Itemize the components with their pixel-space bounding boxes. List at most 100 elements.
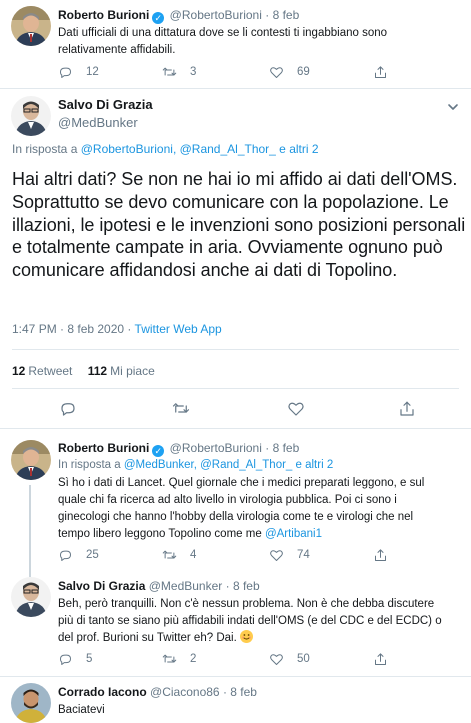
tweet-date[interactable]: 8 feb — [273, 8, 300, 22]
retweet-stat[interactable]: 12 Retweet — [12, 364, 72, 378]
reply-count: 12 — [86, 66, 99, 78]
avatar-roberto-burioni[interactable] — [11, 440, 51, 480]
like-button[interactable] — [287, 400, 305, 418]
avatar-corrado-iacono[interactable] — [11, 683, 51, 723]
retweet-button[interactable]: 2 — [162, 651, 196, 667]
heart-icon — [270, 66, 283, 78]
share-button[interactable] — [398, 400, 416, 418]
share-button[interactable] — [373, 64, 388, 80]
reply-prefix: In risposta a — [58, 459, 121, 471]
author-name[interactable]: Corrado Iacono — [58, 685, 147, 699]
reply-prefix: In risposta a — [12, 142, 78, 156]
share-icon — [400, 401, 414, 416]
retweet-button[interactable] — [172, 400, 190, 418]
tweet-date[interactable]: 8 feb — [273, 441, 300, 455]
heart-icon — [270, 653, 283, 665]
divider — [12, 349, 459, 350]
tweet-date[interactable]: 8 feb — [233, 579, 260, 593]
author-handle[interactable]: @MedBunker — [58, 115, 138, 130]
reply-icon — [60, 550, 71, 561]
reply-mentions-link[interactable]: @RobertoBurioni, @Rand_Al_Thor_ e altri … — [81, 142, 319, 156]
tweet-text-segment: tempo libero leggono Topolino come me — [58, 528, 262, 540]
tweet-text: Baciatevi — [58, 704, 105, 716]
tweet-actions: 5 2 50 — [58, 651, 458, 667]
tweet-text-line: Sì ho i dati di Lancet. Quel giornale ch… — [58, 477, 425, 489]
tweet-iacono[interactable]: Corrado Iacono @Ciacono86 · 8 feb Baciat… — [0, 677, 471, 723]
like-button[interactable]: 69 — [269, 64, 310, 80]
tweet-actions: 12 3 69 — [58, 64, 458, 80]
tweet-text: Beh, però tranquilli. Non c'è nessun pro… — [58, 596, 468, 647]
avatar-roberto-burioni[interactable] — [11, 6, 51, 46]
author-name[interactable]: Roberto Burioni — [58, 441, 149, 455]
reply-context: In risposta a @RobertoBurioni, @Rand_Al_… — [12, 142, 319, 156]
heart-icon — [288, 402, 304, 416]
reply-button[interactable]: 12 — [58, 64, 99, 80]
like-button[interactable]: 50 — [269, 651, 310, 667]
like-button[interactable]: 74 — [269, 547, 310, 563]
author-handle[interactable]: @MedBunker — [149, 579, 223, 593]
reply-mentions-link[interactable]: @MedBunker, @Rand_Al_Thor_ e altri 2 — [124, 459, 333, 471]
retweet-icon — [162, 67, 177, 75]
author-handle[interactable]: @RobertoBurioni — [170, 441, 262, 455]
reply-context: In risposta a @MedBunker, @Rand_Al_Thor_… — [58, 458, 333, 472]
share-button[interactable] — [373, 651, 388, 667]
tweet-text-line: del prof. Burioni su Twitter eh? Dai. — [58, 630, 468, 647]
tweet-burioni-2[interactable]: Roberto Burioni ✓ @RobertoBurioni · 8 feb… — [0, 429, 471, 577]
like-stat[interactable]: 112 Mi piace — [88, 364, 155, 378]
chevron-down-icon[interactable] — [446, 100, 460, 114]
retweet-count: 3 — [190, 66, 197, 78]
main-tweet-actions — [0, 400, 471, 420]
separator-dot: · — [225, 579, 230, 593]
tweet-source-link[interactable]: Twitter Web App — [135, 322, 222, 336]
avatar-salvo-di-grazia[interactable] — [11, 96, 51, 136]
tweet-burioni-1[interactable]: Roberto Burioni ✓ @RobertoBurioni · 8 feb… — [0, 0, 471, 88]
reply-button[interactable] — [59, 400, 77, 418]
separator-dot: · — [222, 685, 227, 699]
reply-button[interactable]: 5 — [58, 651, 92, 667]
author-name[interactable]: Roberto Burioni — [58, 8, 149, 22]
thread-connector — [29, 485, 31, 577]
retweet-icon — [162, 550, 177, 558]
like-count: 50 — [297, 653, 310, 665]
verified-badge-icon: ✓ — [152, 12, 165, 24]
reply-button[interactable]: 25 — [58, 547, 99, 563]
retweet-count: 2 — [190, 653, 197, 665]
mention-link[interactable]: @Artibani1 — [265, 528, 322, 540]
avatar-salvo-di-grazia[interactable] — [11, 577, 51, 617]
share-button[interactable] — [373, 547, 388, 563]
like-stat-count: 112 — [87, 364, 108, 378]
main-tweet-text: Hai altri dati? Se non ne hai io mi affi… — [12, 169, 466, 281]
retweet-count: 4 — [190, 549, 197, 561]
tweet-stats: 12 Retweet 112 Mi piace — [12, 364, 155, 378]
tweet-date[interactable]: 8 feb — [230, 685, 257, 699]
tweet-text: Sì ho i dati di Lancet. Quel giornale ch… — [58, 475, 468, 543]
tweet-digrazia-2[interactable]: Salvo Di Grazia @MedBunker · 8 feb Beh, … — [0, 571, 471, 675]
author-name[interactable]: Salvo Di Grazia — [58, 97, 153, 112]
tweet-text-line: quale chi fa ricerca ad alto livello in … — [58, 494, 397, 506]
retweet-button[interactable]: 3 — [162, 64, 196, 80]
share-icon — [375, 65, 386, 78]
divider — [12, 388, 459, 389]
author-name[interactable]: Salvo Di Grazia — [58, 579, 145, 593]
smiling-face-emoji-icon — [239, 630, 253, 643]
author-handle[interactable]: @RobertoBurioni — [170, 8, 262, 22]
share-icon — [375, 548, 386, 561]
retweet-icon — [172, 403, 190, 413]
tweet-header: Roberto Burioni ✓ @RobertoBurioni · 8 feb — [58, 8, 299, 24]
retweet-button[interactable]: 4 — [162, 547, 196, 563]
tweet-meta: 1:47 PM · 8 feb 2020 · Twitter Web App — [12, 322, 222, 336]
tweet-header: Salvo Di Grazia @MedBunker · 8 feb — [58, 579, 260, 593]
reply-count: 5 — [86, 653, 93, 665]
tweet-text-line: relativamente affidabili. — [58, 44, 176, 56]
heart-icon — [270, 549, 283, 561]
tweet-timestamp[interactable]: 1:47 PM · 8 feb 2020 · — [12, 322, 131, 336]
reply-icon — [60, 654, 71, 665]
like-count: 74 — [297, 549, 310, 561]
retweet-stat-label: Retweet — [28, 364, 73, 378]
author-handle[interactable]: @Ciacono86 — [150, 685, 220, 699]
reply-count: 25 — [86, 549, 99, 561]
retweet-stat-count: 12 — [12, 364, 26, 378]
verified-badge-icon: ✓ — [152, 445, 165, 457]
tweet-text: Dati ufficiali di una dittatura dove se … — [58, 25, 463, 59]
tweet-text-line: ginecologi che hanno l'hobby della virol… — [58, 511, 414, 523]
